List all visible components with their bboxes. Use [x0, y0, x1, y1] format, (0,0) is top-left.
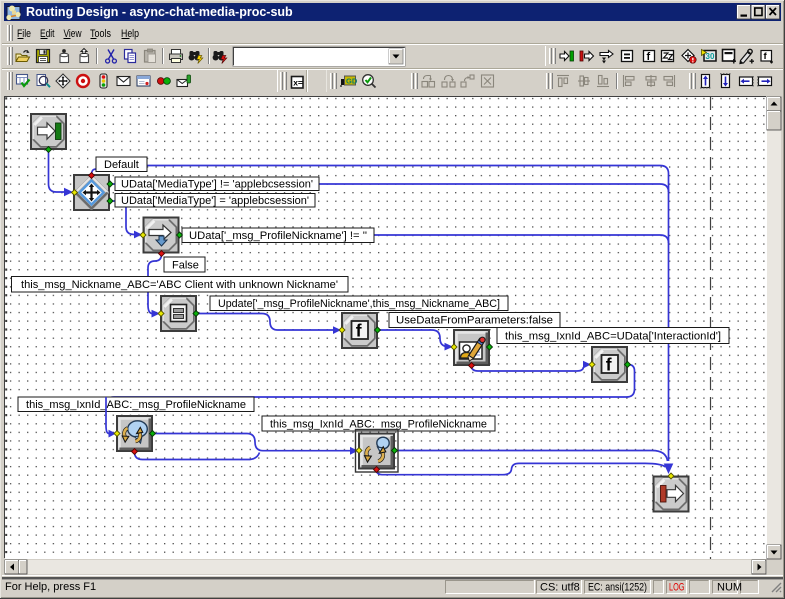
- svg-text:UData['_msg_ProfileNickname']: UData['_msg_ProfileNickname'] != '': [189, 230, 367, 242]
- svg-text:this_msg_IxnId_ABC=UData['Inte: this_msg_IxnId_ABC=UData['InteractionId'…: [505, 331, 721, 343]
- svg-text:For Help, press F1: For Help, press F1: [5, 581, 96, 593]
- svg-text:Update['_msg_ProfileNickname',: Update['_msg_ProfileNickname',this_msg_N…: [218, 298, 500, 310]
- svg-text:GD: GD: [346, 77, 358, 86]
- svg-text:UData['MediaType'] = 'applebcs: UData['MediaType'] = 'applebcsession': [121, 195, 309, 207]
- svg-text:LOG: LOG: [669, 582, 685, 594]
- svg-text:Routing Design - async-chat-me: Routing Design - async-chat-media-proc-s…: [26, 5, 293, 19]
- svg-text:NUM: NUM: [717, 582, 742, 594]
- svg-text:this_msg_IxnId_ABC:_msg_Profil: this_msg_IxnId_ABC:_msg_ProfileNickname: [26, 399, 246, 411]
- svg-text:UData['MediaType'] != 'applebc: UData['MediaType'] != 'applebcsession': [121, 179, 313, 191]
- svg-text:f: f: [356, 321, 362, 341]
- svg-text:f: f: [606, 355, 612, 375]
- svg-text:30: 30: [706, 52, 715, 61]
- svg-text:f: f: [647, 51, 651, 63]
- svg-text:x=: x=: [293, 78, 303, 88]
- svg-text:EC: ansi(1252): EC: ansi(1252): [588, 582, 647, 594]
- svg-text:Default: Default: [104, 159, 139, 171]
- svg-text:this_msg_IxnId_ABC:_msg_Profil: this_msg_IxnId_ABC:_msg_ProfileNickname: [270, 419, 487, 431]
- svg-text:CS: utf8: CS: utf8: [540, 582, 580, 594]
- svg-text:False: False: [172, 260, 199, 272]
- svg-text:this_msg_Nickname_ABC='ABC Cli: this_msg_Nickname_ABC='ABC Client with u…: [21, 279, 338, 291]
- svg-text:UseDataFromParameters:false: UseDataFromParameters:false: [396, 315, 553, 327]
